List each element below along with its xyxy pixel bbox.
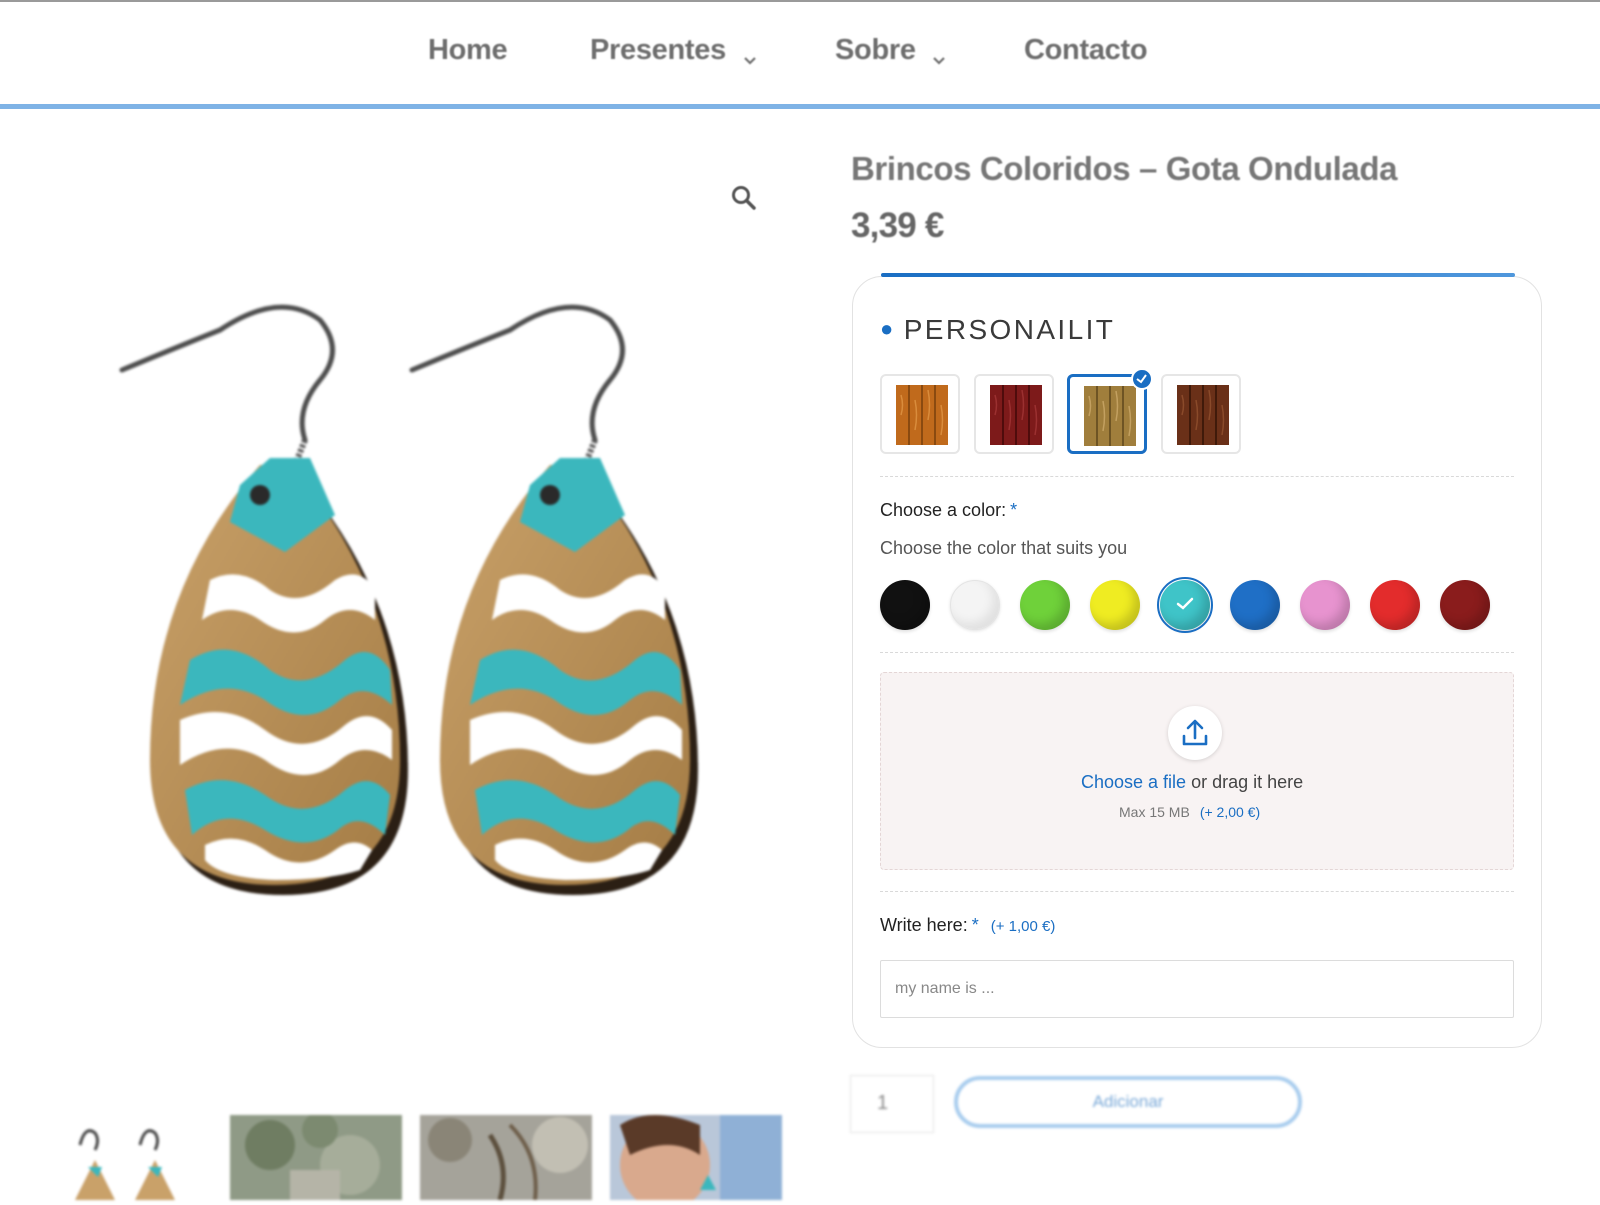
zoom-icon[interactable] — [730, 184, 758, 212]
upload-instructions: Choose a file or drag it here — [1081, 772, 1303, 793]
file-upload-dropzone[interactable] — [880, 672, 1514, 870]
nav-item-label: Home — [428, 34, 508, 66]
divider — [880, 891, 1514, 892]
thumbnail-strip — [40, 1112, 800, 1205]
write-label-text: Write here: — [880, 915, 968, 935]
nav-item-contacto[interactable]: Contacto — [1024, 34, 1148, 67]
choose-file-link[interactable]: Choose a file — [1081, 772, 1186, 792]
quantity-input[interactable]: 1 — [850, 1075, 934, 1133]
nav-item-label: Presentes — [590, 34, 726, 66]
wood-swatch-1[interactable] — [880, 374, 960, 454]
custom-text-input[interactable] — [880, 960, 1514, 1018]
nav-item-home[interactable]: Home — [428, 34, 508, 67]
color-option-yellow[interactable] — [1090, 580, 1140, 630]
check-icon — [1175, 594, 1195, 619]
wood-swatch-2[interactable] — [974, 374, 1054, 454]
product-title: Brincos Coloridos – Gota Ondulada — [851, 150, 1398, 187]
product-image[interactable] — [110, 290, 720, 930]
selected-check-icon — [1131, 368, 1153, 390]
color-option-red[interactable] — [1370, 580, 1420, 630]
nav-item-sobre[interactable]: Sobre — [835, 34, 946, 67]
color-option-pink[interactable] — [1300, 580, 1350, 630]
wood-swatch-4[interactable] — [1161, 374, 1241, 454]
thumbnail-2[interactable] — [230, 1112, 402, 1200]
color-option-white[interactable] — [950, 580, 1000, 630]
thumbnail-1[interactable] — [40, 1115, 212, 1200]
panel-title: ● PERSONAILIT — [880, 314, 1115, 346]
wood-texture-icon — [990, 385, 1042, 445]
upload-icon[interactable] — [1168, 706, 1222, 760]
main-navigation: Home Presentes Sobre Contacto — [0, 2, 1600, 104]
color-option-dark-red[interactable] — [1440, 580, 1490, 630]
nav-item-presentes[interactable]: Presentes — [590, 34, 756, 67]
left-earring — [119, 304, 408, 895]
upload-rest-text: or drag it here — [1186, 772, 1304, 792]
chevron-down-icon — [933, 42, 946, 65]
color-label: Choose a color: * — [880, 500, 1017, 521]
upload-extra-price: (+ 2,00 €) — [1199, 804, 1261, 820]
wood-texture-icon — [1084, 386, 1136, 446]
color-label-text: Choose a color: — [880, 500, 1007, 520]
panel-accent-bar — [881, 273, 1515, 277]
product-price: 3,39 € — [851, 206, 944, 245]
required-mark: * — [1010, 500, 1018, 520]
chevron-down-icon — [743, 42, 756, 65]
thumbnail-4[interactable] — [610, 1115, 782, 1205]
divider — [880, 476, 1514, 477]
bullet-icon: ● — [880, 316, 896, 341]
write-label: Write here: * (+ 1,00 €) — [880, 915, 1055, 936]
color-subtext: Choose the color that suits you — [880, 538, 1128, 558]
add-to-cart-button[interactable]: Adicionar — [954, 1076, 1302, 1128]
max-size-text: Max 15 MB — [1119, 804, 1190, 820]
wood-texture-icon — [896, 385, 948, 445]
color-option-blue[interactable] — [1230, 580, 1280, 630]
color-option-turquoise[interactable] — [1157, 577, 1213, 633]
right-earring — [409, 304, 698, 895]
nav-item-label: Contacto — [1024, 34, 1148, 66]
required-mark: * — [971, 915, 979, 935]
thumbnail-3[interactable] — [420, 1115, 592, 1201]
divider — [880, 652, 1514, 653]
panel-title-text: PERSONAILIT — [903, 314, 1116, 345]
write-extra-price: (+ 1,00 €) — [990, 918, 1056, 935]
color-option-green[interactable] — [1020, 580, 1070, 630]
nav-item-label: Sobre — [835, 34, 916, 66]
upload-meta: Max 15 MB (+ 2,00 €) — [1119, 804, 1260, 820]
color-option-black[interactable] — [880, 580, 930, 630]
wood-texture-icon — [1177, 385, 1229, 445]
nav-underline — [0, 104, 1600, 109]
